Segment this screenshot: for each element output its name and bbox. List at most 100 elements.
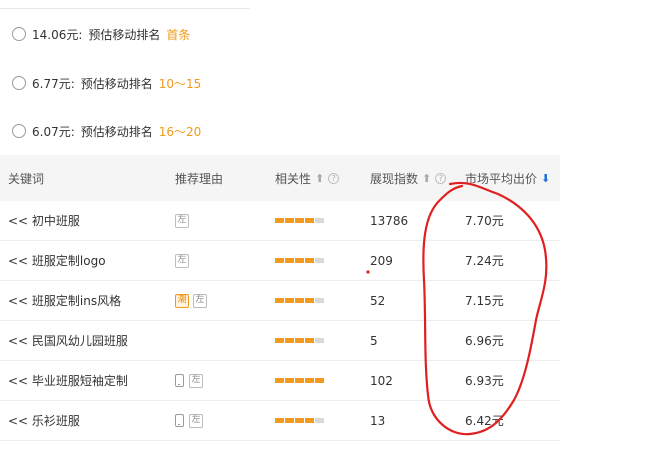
table-row[interactable]: << 民国风幼儿园班服 5 6.96元 xyxy=(0,321,560,361)
bid-rank-label: 预估移动排名 xyxy=(80,124,153,139)
relevance-bar xyxy=(275,218,324,223)
relevance-cell xyxy=(275,218,370,223)
bid-option-1[interactable]: 14.06元: 预估移动排名 首条 xyxy=(12,24,190,44)
relevance-segment xyxy=(285,338,294,343)
relevance-segment xyxy=(275,338,284,343)
reason-cell: 左 xyxy=(175,213,275,228)
index-cell: 52 xyxy=(370,293,386,308)
relevance-segment xyxy=(305,258,314,263)
reason-cell: 潮左 xyxy=(175,293,275,308)
relevance-segment xyxy=(285,418,294,423)
trend-tag: 潮 xyxy=(175,293,189,308)
bid-option-2[interactable]: 6.77元: 预估移动排名 10～15 xyxy=(12,73,201,93)
bid-price: 14.06元: xyxy=(32,27,83,42)
relevance-segment xyxy=(285,218,294,223)
reason-cell: 左 xyxy=(175,373,275,388)
relevance-segment xyxy=(315,258,324,263)
relevance-segment xyxy=(315,418,324,423)
header-index[interactable]: 展现指数 ⬆ ? xyxy=(370,170,465,187)
table-row[interactable]: << 初中班服左 13786 7.70元 xyxy=(0,201,560,241)
table-row[interactable]: << 班服定制ins风格潮左 52 7.15元 xyxy=(0,281,560,321)
bid-rank-value: 16～20 xyxy=(158,124,202,139)
keyword-cell[interactable]: << 班服定制logo xyxy=(0,252,175,269)
index-cell: 13786 xyxy=(370,213,409,228)
left-tag: 左 xyxy=(175,213,189,228)
reason-cell: 左 xyxy=(175,253,275,268)
relevance-segment xyxy=(275,378,284,383)
sort-up-icon[interactable]: ⬆ xyxy=(315,172,324,185)
radio-bid-3[interactable] xyxy=(12,124,26,138)
relevance-segment xyxy=(275,218,284,223)
relevance-segment xyxy=(295,378,304,383)
relevance-segment xyxy=(315,218,324,223)
price-cell: 6.96元 xyxy=(465,334,504,348)
relevance-segment xyxy=(305,218,314,223)
help-icon[interactable]: ? xyxy=(328,172,340,184)
relevance-segment xyxy=(295,418,304,423)
header-price[interactable]: 市场平均出价 ⬇ xyxy=(465,170,560,187)
top-divider xyxy=(0,8,250,9)
relevance-segment xyxy=(295,218,304,223)
mobile-phone-icon xyxy=(175,374,184,387)
relevance-segment xyxy=(285,258,294,263)
header-index-label: 展现指数 xyxy=(370,171,419,186)
keyword-cell[interactable]: << 班服定制ins风格 xyxy=(0,292,175,309)
price-cell: 6.42元 xyxy=(465,414,504,428)
header-relevance[interactable]: 相关性 ⬆ ? xyxy=(275,170,370,187)
bid-price: 6.77元: xyxy=(32,76,75,91)
keyword-table: 关键词 推荐理由 相关性 ⬆ ? 展现指数 ⬆ ? 市场平均出价 ⬇ << 初中… xyxy=(0,155,560,441)
relevance-segment xyxy=(275,418,284,423)
price-cell: 7.15元 xyxy=(465,294,504,308)
left-tag: 左 xyxy=(175,253,189,268)
index-cell: 5 xyxy=(370,333,378,348)
relevance-bar xyxy=(275,258,324,263)
relevance-segment xyxy=(295,298,304,303)
relevance-segment xyxy=(315,378,324,383)
left-tag: 左 xyxy=(193,293,207,308)
price-cell: 7.70元 xyxy=(465,214,504,228)
header-keyword: 关键词 xyxy=(8,171,45,186)
relevance-bar xyxy=(275,418,324,423)
keyword-cell[interactable]: << 乐衫班服 xyxy=(0,412,175,429)
table-row[interactable]: << 乐衫班服左 13 6.42元 xyxy=(0,401,560,441)
relevance-segment xyxy=(285,378,294,383)
relevance-cell xyxy=(275,378,370,383)
reason-cell: 左 xyxy=(175,413,275,428)
radio-bid-1[interactable] xyxy=(12,27,26,41)
relevance-cell xyxy=(275,418,370,423)
relevance-segment xyxy=(295,338,304,343)
header-reason: 推荐理由 xyxy=(175,171,224,186)
relevance-cell xyxy=(275,258,370,263)
bid-rank-value: 10～15 xyxy=(158,76,202,91)
price-cell: 6.93元 xyxy=(465,374,504,388)
bid-rank-value: 首条 xyxy=(166,27,191,42)
bid-rank-label: 预估移动排名 xyxy=(88,27,161,42)
table-header: 关键词 推荐理由 相关性 ⬆ ? 展现指数 ⬆ ? 市场平均出价 ⬇ xyxy=(0,155,560,201)
keyword-cell[interactable]: << 初中班服 xyxy=(0,212,175,229)
relevance-segment xyxy=(285,298,294,303)
index-cell: 102 xyxy=(370,373,393,388)
mobile-phone-icon xyxy=(175,414,184,427)
index-cell: 209 xyxy=(370,253,393,268)
keyword-cell[interactable]: << 毕业班服短袖定制 xyxy=(0,372,175,389)
relevance-segment xyxy=(295,258,304,263)
relevance-segment xyxy=(305,338,314,343)
relevance-segment xyxy=(275,298,284,303)
radio-bid-2[interactable] xyxy=(12,76,26,90)
bid-option-3[interactable]: 6.07元: 预估移动排名 16～20 xyxy=(12,121,201,141)
table-row[interactable]: << 毕业班服短袖定制左 102 6.93元 xyxy=(0,361,560,401)
relevance-segment xyxy=(315,298,324,303)
left-tag: 左 xyxy=(189,373,203,388)
relevance-cell xyxy=(275,338,370,343)
bid-price: 6.07元: xyxy=(32,124,75,139)
help-icon[interactable]: ? xyxy=(435,172,447,184)
sort-down-icon[interactable]: ⬇ xyxy=(541,172,550,185)
left-tag: 左 xyxy=(189,413,203,428)
relevance-segment xyxy=(305,298,314,303)
price-cell: 7.24元 xyxy=(465,254,504,268)
table-row[interactable]: << 班服定制logo 左 209 7.24元 xyxy=(0,241,560,281)
relevance-bar xyxy=(275,298,324,303)
bid-rank-label: 预估移动排名 xyxy=(80,76,153,91)
sort-up-icon[interactable]: ⬆ xyxy=(422,172,431,185)
keyword-cell[interactable]: << 民国风幼儿园班服 xyxy=(0,332,175,349)
